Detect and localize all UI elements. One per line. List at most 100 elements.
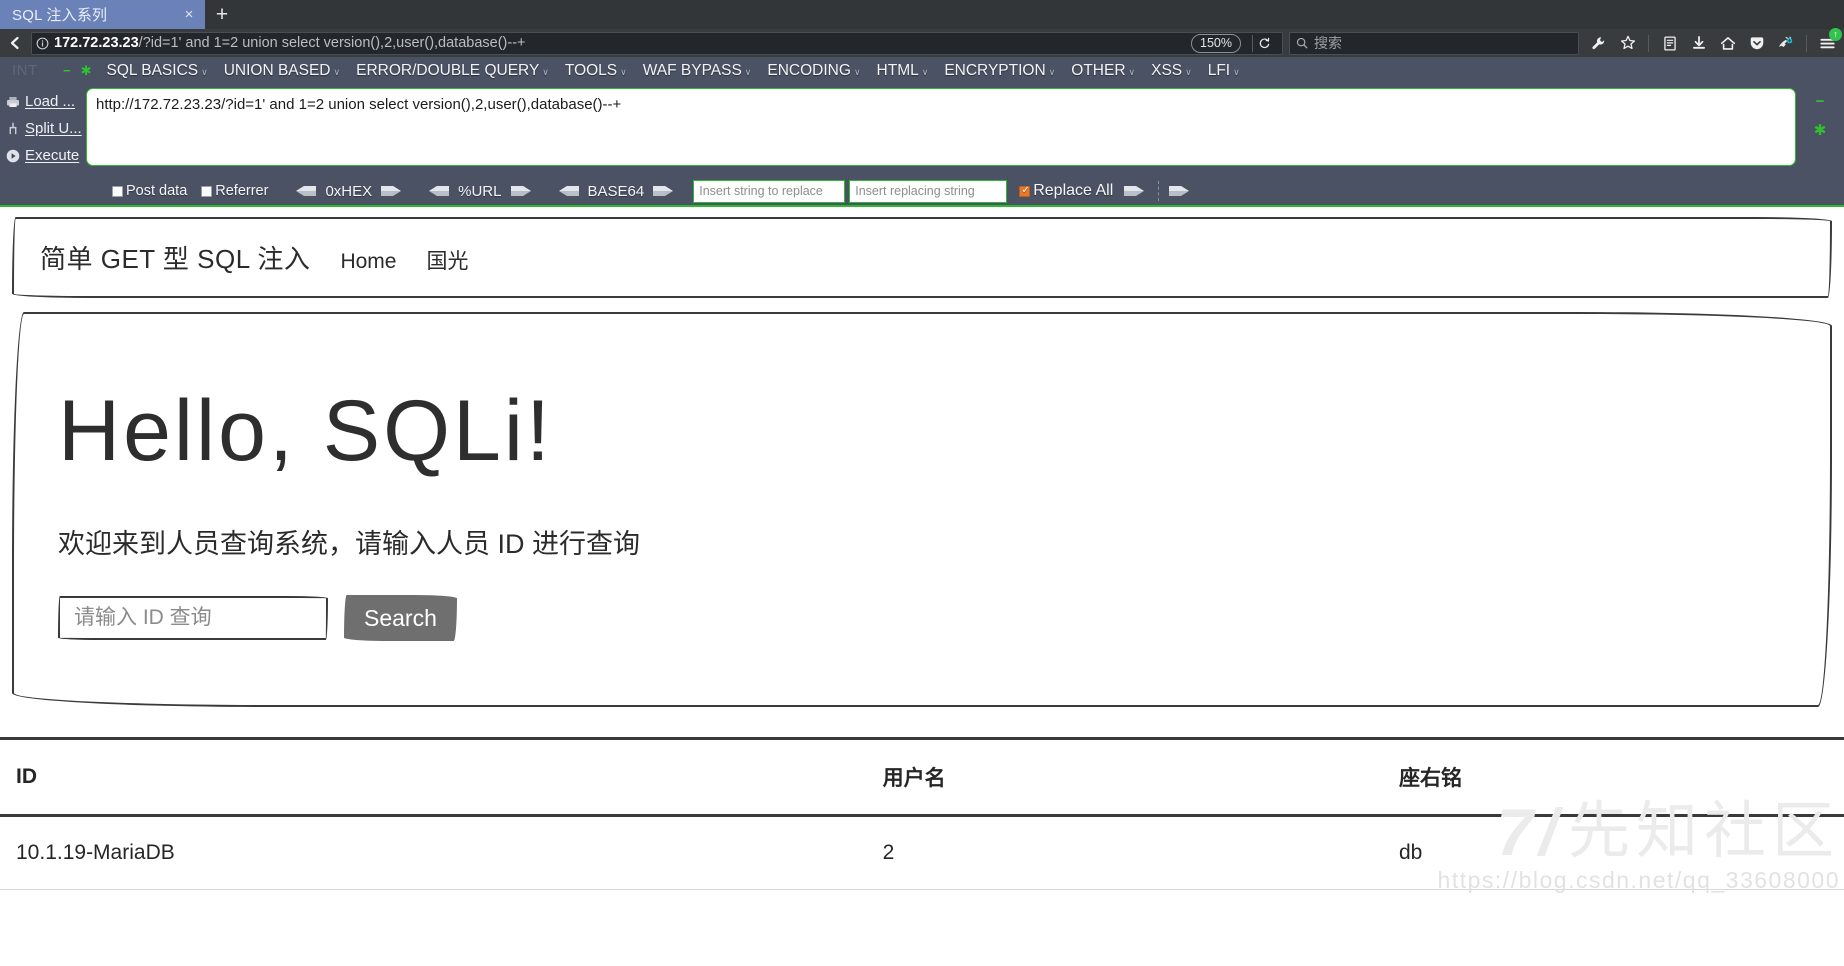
tab-title: SQL 注入系列	[12, 7, 108, 24]
info-circle-icon[interactable]	[36, 37, 54, 50]
hackbar-request-textarea[interactable]	[86, 88, 1796, 166]
address-bar[interactable]: 172.72.23.23/?id=1' and 1=2 union select…	[31, 31, 1283, 55]
chevron-down-icon: ∨	[201, 66, 208, 77]
hackbar-pane-shrink-icon[interactable]: −	[1816, 94, 1825, 109]
results-table: ID 用户名 座右铭 10.1.19-MariaDB 2 db	[0, 737, 1844, 890]
search-button[interactable]: Search	[344, 595, 457, 641]
replace-with-input[interactable]	[849, 179, 1008, 203]
hackbar-request-wrapper	[86, 84, 1796, 171]
hackbar-post-data-checkbox[interactable]: Post data	[112, 183, 187, 199]
zoom-level-indicator[interactable]: 150%	[1191, 33, 1241, 53]
column-header-username: 用户名	[866, 737, 1383, 817]
hackbar-replace-all-checkbox[interactable]: Replace All	[1019, 182, 1113, 200]
hackbar-pane-grow-icon[interactable]: ✱	[1814, 123, 1827, 138]
checkbox-label: Replace All	[1033, 182, 1114, 199]
hackbar-menu-label: ENCRYPTION	[944, 61, 1046, 79]
encode-url-arrow-icon[interactable]	[510, 184, 536, 198]
download-icon[interactable]	[1685, 31, 1712, 55]
browser-search-bar[interactable]: 搜索	[1289, 31, 1579, 55]
hero-wrapper: Hello, SQLi! 欢迎来到人员查询系统，请输入人员 ID 进行查询 Se…	[12, 312, 1832, 707]
hackbar-menu-label: UNION BASED	[223, 61, 331, 79]
hackbar-menu-waf-bypass[interactable]: WAF BYPASS ∨	[633, 62, 758, 80]
back-arrow-icon[interactable]	[3, 31, 27, 55]
encoder-label-url: %URL	[458, 182, 502, 200]
decode-url-arrow-icon[interactable]	[424, 184, 450, 198]
replace-search-input[interactable]	[693, 179, 846, 203]
browser-toolbar: 172.72.23.23/?id=1' and 1=2 union select…	[0, 28, 1844, 57]
hackbar-actions: Load ... Split U... Execute	[0, 84, 86, 169]
pocket-icon[interactable]	[1743, 31, 1770, 55]
load-url-icon	[6, 95, 20, 109]
toolbar-icon-group: ↑	[1585, 28, 1842, 55]
browser-tab-active[interactable]: SQL 注入系列 ×	[0, 0, 205, 29]
library-icon[interactable]	[1656, 31, 1683, 55]
url-path: /?id=1' and 1=2 union select version(),2…	[138, 34, 526, 51]
tab-close-icon[interactable]: ×	[179, 5, 199, 25]
chevron-down-icon: ∨	[1233, 66, 1240, 77]
hackbar-menu-error-double-query[interactable]: ERROR/DOUBLE QUERY ∨	[346, 62, 555, 80]
hackbar-menu-tools[interactable]: TOOLS ∨	[555, 62, 633, 80]
url-host: 172.72.23.23	[54, 34, 139, 51]
hackbar-action-label: Execute	[25, 147, 80, 164]
wrench-icon[interactable]	[1585, 31, 1612, 55]
hackbar-menu-xss[interactable]: XSS ∨	[1141, 62, 1198, 80]
browser-search-placeholder: 搜索	[1314, 35, 1342, 51]
hackbar-menu-label: TOOLS	[564, 61, 618, 79]
hackbar-menu-union-based[interactable]: UNION BASED ∨	[214, 62, 346, 80]
hackbar-encoder-url: %URL	[424, 183, 535, 200]
home-icon[interactable]	[1714, 31, 1741, 55]
hackbar-collapse-icon[interactable]: −	[58, 63, 76, 78]
hackbar-settings-icon[interactable]: ✱	[76, 63, 97, 79]
nav-link-home[interactable]: Home	[340, 250, 396, 274]
checkbox-box	[201, 185, 213, 197]
hackbar-menu-lfi[interactable]: LFI ∨	[1198, 62, 1246, 80]
replace-apply-arrow-icon[interactable]	[1123, 184, 1149, 198]
column-header-id: ID	[0, 737, 867, 817]
star-icon[interactable]	[1614, 31, 1641, 55]
results-table-body: 10.1.19-MariaDB 2 db	[0, 815, 1844, 890]
hackbar-menu-html[interactable]: HTML ∨	[867, 62, 935, 80]
chevron-down-icon: ∨	[1185, 66, 1192, 77]
hackbar-menu-label: SQL BASICS	[106, 61, 199, 79]
encode-base64-arrow-icon[interactable]	[652, 184, 678, 198]
hackbar-menu-sql-basics[interactable]: SQL BASICS ∨	[97, 62, 214, 80]
hackbar-execute-button[interactable]: Execute	[0, 142, 86, 169]
hackbar-body: Load ... Split U... Execute − ✱	[0, 84, 1844, 177]
chevron-down-icon: ∨	[1128, 66, 1136, 77]
chevron-down-icon: ∨	[333, 66, 341, 77]
reload-icon[interactable]	[1258, 37, 1278, 50]
nav-link-guoguang[interactable]: 国光	[426, 245, 468, 275]
foxyproxy-icon[interactable]	[1772, 31, 1799, 55]
hackbar-menu-label: ERROR/DOUBLE QUERY	[356, 61, 540, 79]
hackbar-menu-encryption[interactable]: ENCRYPTION ∨	[934, 62, 1061, 80]
new-tab-button[interactable]: +	[205, 0, 239, 29]
checkbox-box	[1019, 184, 1031, 197]
hamburger-menu-icon[interactable]: ↑	[1814, 28, 1842, 55]
update-badge: ↑	[1829, 28, 1842, 41]
extra-apply-arrow-icon[interactable]	[1168, 184, 1194, 198]
execute-play-icon	[6, 149, 20, 163]
encoder-label-hex: 0xHEX	[325, 182, 373, 200]
toolbar-divider-2	[1648, 34, 1649, 52]
hackbar-split-url-button[interactable]: Split U...	[0, 115, 86, 142]
hackbar-menu-label: LFI	[1207, 61, 1231, 79]
hackbar-menu-label: OTHER	[1071, 61, 1126, 79]
hackbar-referrer-checkbox[interactable]: Referrer	[201, 183, 268, 199]
decode-base64-arrow-icon[interactable]	[554, 184, 580, 198]
options-divider	[1158, 181, 1160, 201]
query-form: Search	[58, 595, 1786, 641]
hackbar-pane-controls: − ✱	[1796, 84, 1844, 138]
hackbar-menu-label: ENCODING	[767, 61, 851, 79]
address-bar-text: 172.72.23.23/?id=1' and 1=2 union select…	[54, 33, 1191, 54]
decode-hex-arrow-icon[interactable]	[291, 184, 317, 198]
hackbar-menu-encoding[interactable]: ENCODING ∨	[757, 62, 866, 80]
hackbar-encoder-hex: 0xHEX	[291, 183, 406, 200]
hackbar-load-url-button[interactable]: Load ...	[0, 88, 86, 115]
hero-panel: Hello, SQLi! 欢迎来到人员查询系统，请输入人员 ID 进行查询 Se…	[12, 312, 1832, 707]
hackbar-menu-other[interactable]: OTHER ∨	[1061, 62, 1141, 80]
encode-hex-arrow-icon[interactable]	[380, 184, 406, 198]
checkbox-label: Post data	[126, 183, 188, 199]
results-table-wrapper: ID 用户名 座右铭 10.1.19-MariaDB 2 db 7/ 先知社区 …	[0, 737, 1844, 892]
id-query-input[interactable]	[58, 596, 328, 640]
hero-subtitle: 欢迎来到人员查询系统，请输入人员 ID 进行查询	[58, 529, 641, 559]
